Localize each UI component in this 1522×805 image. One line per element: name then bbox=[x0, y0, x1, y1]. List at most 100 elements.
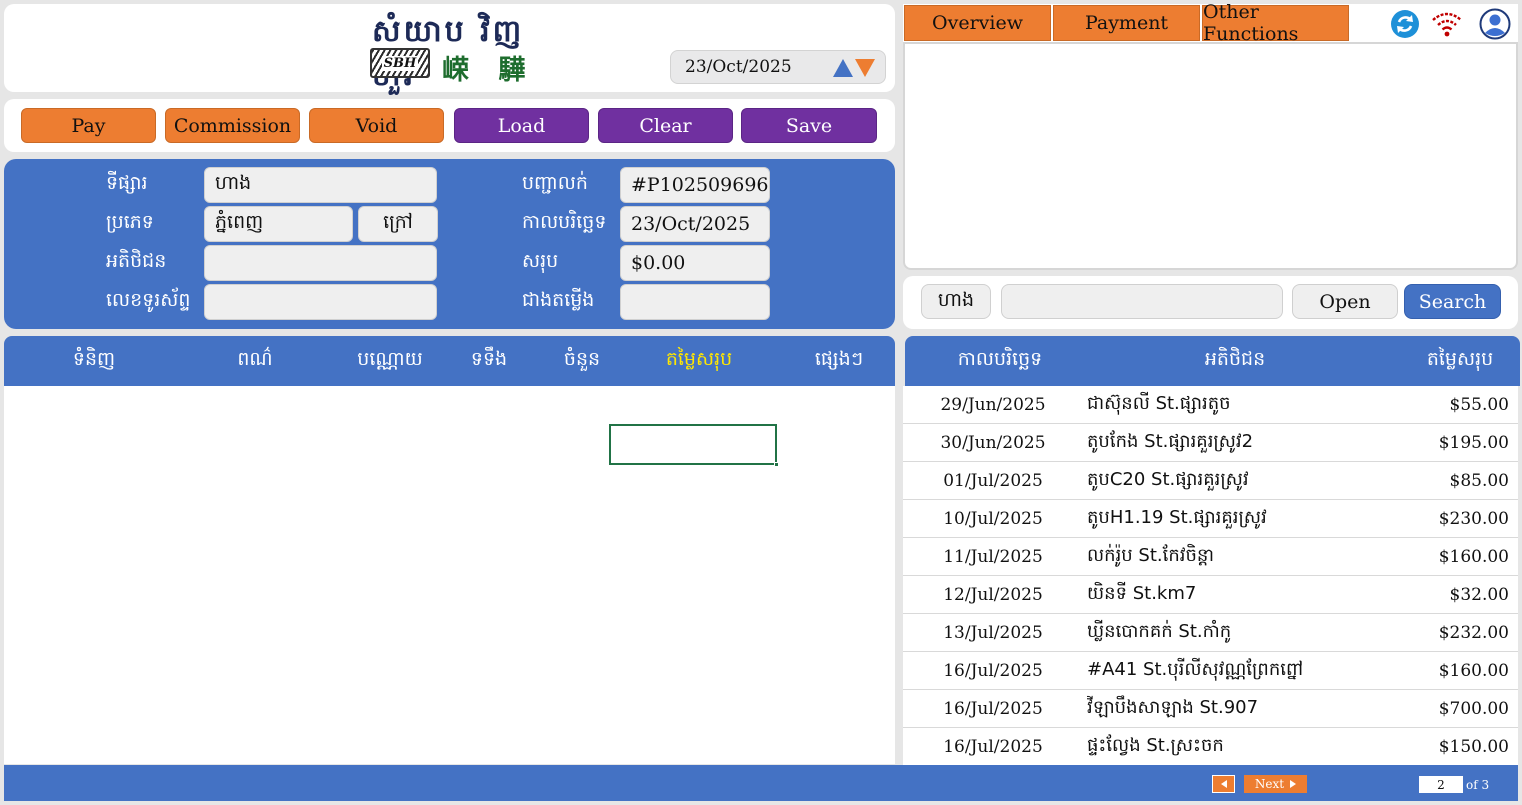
date-field[interactable]: 23/Oct/2025 bbox=[620, 206, 770, 242]
history-row-total: $150.00 bbox=[1438, 736, 1509, 757]
logo-mark: SBH bbox=[370, 48, 430, 78]
phone-label: លេខទូរស័ព្ទ bbox=[106, 289, 191, 311]
history-table-body: 29/Jun/2025 ជាស៊ុនលី St.ផ្សារតូច $55.00 30/… bbox=[903, 386, 1518, 765]
search-button[interactable]: Search bbox=[1404, 284, 1501, 319]
prev-page-button[interactable] bbox=[1212, 775, 1235, 793]
pay-button[interactable]: Pay bbox=[21, 108, 156, 143]
history-row-customer: តូបC20 St.ផ្សារគួរស្រូវ bbox=[1087, 469, 1249, 490]
history-row[interactable]: 11/Jul/2025 លក់រ៉ូប St.កែវចិន្តា $160.00 bbox=[903, 538, 1518, 576]
header-date-picker[interactable]: 23/Oct/2025 bbox=[670, 50, 886, 84]
toolbar: Pay Commission Void Load Clear Save bbox=[4, 99, 895, 152]
history-table-header: កាលបរិច្ឆេទ អតិថិជន តម្លៃសរុប bbox=[905, 336, 1520, 386]
history-row-date: 11/Jul/2025 bbox=[943, 546, 1043, 567]
header-date: 23/Oct/2025 bbox=[685, 57, 792, 77]
history-row-date: 16/Jul/2025 bbox=[943, 698, 1043, 719]
history-row-date: 16/Jul/2025 bbox=[943, 736, 1043, 757]
phone-field[interactable] bbox=[204, 284, 437, 320]
items-table-body[interactable] bbox=[4, 386, 895, 764]
col-length: បណ្ណោយ bbox=[357, 348, 423, 370]
open-button[interactable]: Open bbox=[1292, 284, 1398, 319]
history-row-total: $32.00 bbox=[1449, 584, 1509, 605]
refresh-icon[interactable] bbox=[1390, 9, 1420, 39]
history-row-customer: តូបកែង St.ផ្សារគួរស្រូវ2 bbox=[1087, 431, 1254, 452]
history-row-total: $230.00 bbox=[1438, 508, 1509, 529]
commission-button[interactable]: Commission bbox=[165, 108, 300, 143]
history-row[interactable]: 16/Jul/2025 #A41 St.បុរីលីសុវណ្ណព្រែកព្នៅ… bbox=[903, 652, 1518, 690]
logo-khmer-text: សំយាប វិញ ហួរ bbox=[372, 14, 525, 93]
history-row[interactable]: 12/Jul/2025 យិនទី St.km7 $32.00 bbox=[903, 576, 1518, 614]
wifi-icon[interactable] bbox=[1431, 10, 1463, 38]
history-row-total: $55.00 bbox=[1449, 394, 1509, 415]
footer-bar: Next 2 of 3 bbox=[4, 765, 1518, 801]
void-button[interactable]: Void bbox=[309, 108, 444, 143]
type-field-secondary[interactable]: ក្រៅ bbox=[358, 206, 438, 242]
prev-arrow-icon bbox=[1220, 780, 1227, 788]
customer-field[interactable] bbox=[204, 245, 437, 281]
logo-card: សំយាប វិញ ហួរ SBH 嵘 驊 23/Oct/2025 bbox=[4, 4, 895, 93]
history-row-customer: លក់រ៉ូប St.កែវចិន្តា bbox=[1087, 545, 1215, 566]
type-label: ប្រភេទ bbox=[106, 211, 154, 233]
repair-label: ជាងតម្លើង bbox=[522, 289, 595, 311]
history-row[interactable]: 29/Jun/2025 ជាស៊ុនលី St.ផ្សារតូច $55.00 bbox=[903, 386, 1518, 424]
search-bar: ហាង Open Search bbox=[903, 276, 1518, 329]
history-row-total: $700.00 bbox=[1438, 698, 1509, 719]
history-row-customer: ជាស៊ុនលី St.ផ្សារតូច bbox=[1087, 393, 1231, 414]
load-button[interactable]: Load bbox=[454, 108, 589, 143]
history-row[interactable]: 16/Jul/2025 វីឡាបឹងសាឡាង St.907 $700.00 bbox=[903, 690, 1518, 728]
history-row[interactable]: 13/Jul/2025 ឃ្លីនបោកគក់ St.កាំកូ $232.00 bbox=[903, 614, 1518, 652]
history-col-total: តម្លៃសរុប bbox=[1426, 348, 1494, 370]
items-table-header: ទំនិញ ពណ៌ បណ្ណោយ ទទឹង ចំនួន តម្លៃសរុប ផ្… bbox=[4, 336, 895, 386]
logo-chinese-text: 嵘 驊 bbox=[442, 55, 536, 86]
tab-other-functions[interactable]: Other Functions bbox=[1202, 1, 1349, 45]
history-row-customer: ផ្ទះល្វែង St.ស្រះចក bbox=[1087, 735, 1224, 756]
history-row-total: $160.00 bbox=[1438, 546, 1509, 567]
date-down-arrow-icon[interactable] bbox=[855, 59, 875, 77]
user-icon[interactable] bbox=[1479, 8, 1511, 40]
invoice-label: បញ្ជាលក់ bbox=[522, 172, 588, 194]
col-other: ផ្សេងៗ bbox=[814, 348, 864, 370]
history-row-total: $85.00 bbox=[1449, 470, 1509, 491]
selection-handle[interactable] bbox=[774, 462, 779, 467]
history-row-customer: តូបH1.19 St.ផ្សារគួរស្រូវ bbox=[1087, 507, 1267, 528]
history-row[interactable]: 16/Jul/2025 ផ្ទះល្វែង St.ស្រះចក $150.00 bbox=[903, 728, 1518, 765]
next-page-button[interactable]: Next bbox=[1244, 775, 1307, 793]
history-col-customer: អតិថិជន bbox=[1204, 348, 1266, 370]
history-row-customer: #A41 St.បុរីលីសុវណ្ណព្រែកព្នៅ bbox=[1087, 659, 1304, 680]
next-arrow-icon bbox=[1290, 780, 1297, 788]
history-row-total: $160.00 bbox=[1438, 660, 1509, 681]
col-product: ទំនិញ bbox=[72, 348, 116, 370]
clear-button[interactable]: Clear bbox=[598, 108, 733, 143]
repair-field[interactable] bbox=[620, 284, 770, 320]
market-field[interactable]: ហាង bbox=[204, 167, 437, 203]
selected-cell[interactable] bbox=[609, 424, 779, 467]
date-up-arrow-icon[interactable] bbox=[833, 59, 853, 77]
save-button[interactable]: Save bbox=[741, 108, 877, 143]
date-label: កាលបរិច្ឆេទ bbox=[522, 211, 607, 233]
total-field: $0.00 bbox=[620, 245, 770, 281]
history-row-date: 01/Jul/2025 bbox=[943, 470, 1043, 491]
history-row-date: 13/Jul/2025 bbox=[943, 622, 1043, 643]
tab-bar: Overview Payment Other Functions bbox=[903, 1, 1518, 45]
next-page-label: Next bbox=[1254, 777, 1285, 791]
col-quantity: ចំនួន bbox=[563, 348, 601, 370]
history-row[interactable]: 01/Jul/2025 តូបC20 St.ផ្សារគួរស្រូវ $85.00 bbox=[903, 462, 1518, 500]
tab-payment[interactable]: Payment bbox=[1053, 5, 1200, 41]
type-field[interactable]: ភ្នំពេញ bbox=[204, 206, 353, 242]
customer-label: អតិថិជន bbox=[106, 250, 167, 272]
history-row-customer: ឃ្លីនបោកគក់ St.កាំកូ bbox=[1087, 621, 1232, 642]
sale-form: ទីផ្សារ ហាង ប្រភេទ ភ្នំពេញ ក្រៅ អតិថិជន … bbox=[4, 159, 895, 329]
tab-overview[interactable]: Overview bbox=[904, 5, 1051, 41]
invoice-field[interactable]: #P102509696 bbox=[620, 167, 770, 203]
logo-mark-text: SBH bbox=[381, 55, 419, 71]
history-row-total: $195.00 bbox=[1438, 432, 1509, 453]
history-row-date: 12/Jul/2025 bbox=[943, 584, 1043, 605]
history-row-date: 30/Jun/2025 bbox=[940, 432, 1046, 453]
history-row[interactable]: 10/Jul/2025 តូបH1.19 St.ផ្សារគួរស្រូវ $230… bbox=[903, 500, 1518, 538]
col-width: ទទឹង bbox=[470, 348, 508, 370]
page-number-input[interactable]: 2 bbox=[1419, 776, 1463, 793]
overview-panel bbox=[903, 42, 1518, 270]
search-input[interactable] bbox=[1001, 284, 1283, 319]
search-filter-field[interactable]: ហាង bbox=[921, 284, 991, 319]
history-row[interactable]: 30/Jun/2025 តូបកែង St.ផ្សារគួរស្រូវ2 $195.… bbox=[903, 424, 1518, 462]
page-count: of 3 bbox=[1466, 777, 1490, 792]
